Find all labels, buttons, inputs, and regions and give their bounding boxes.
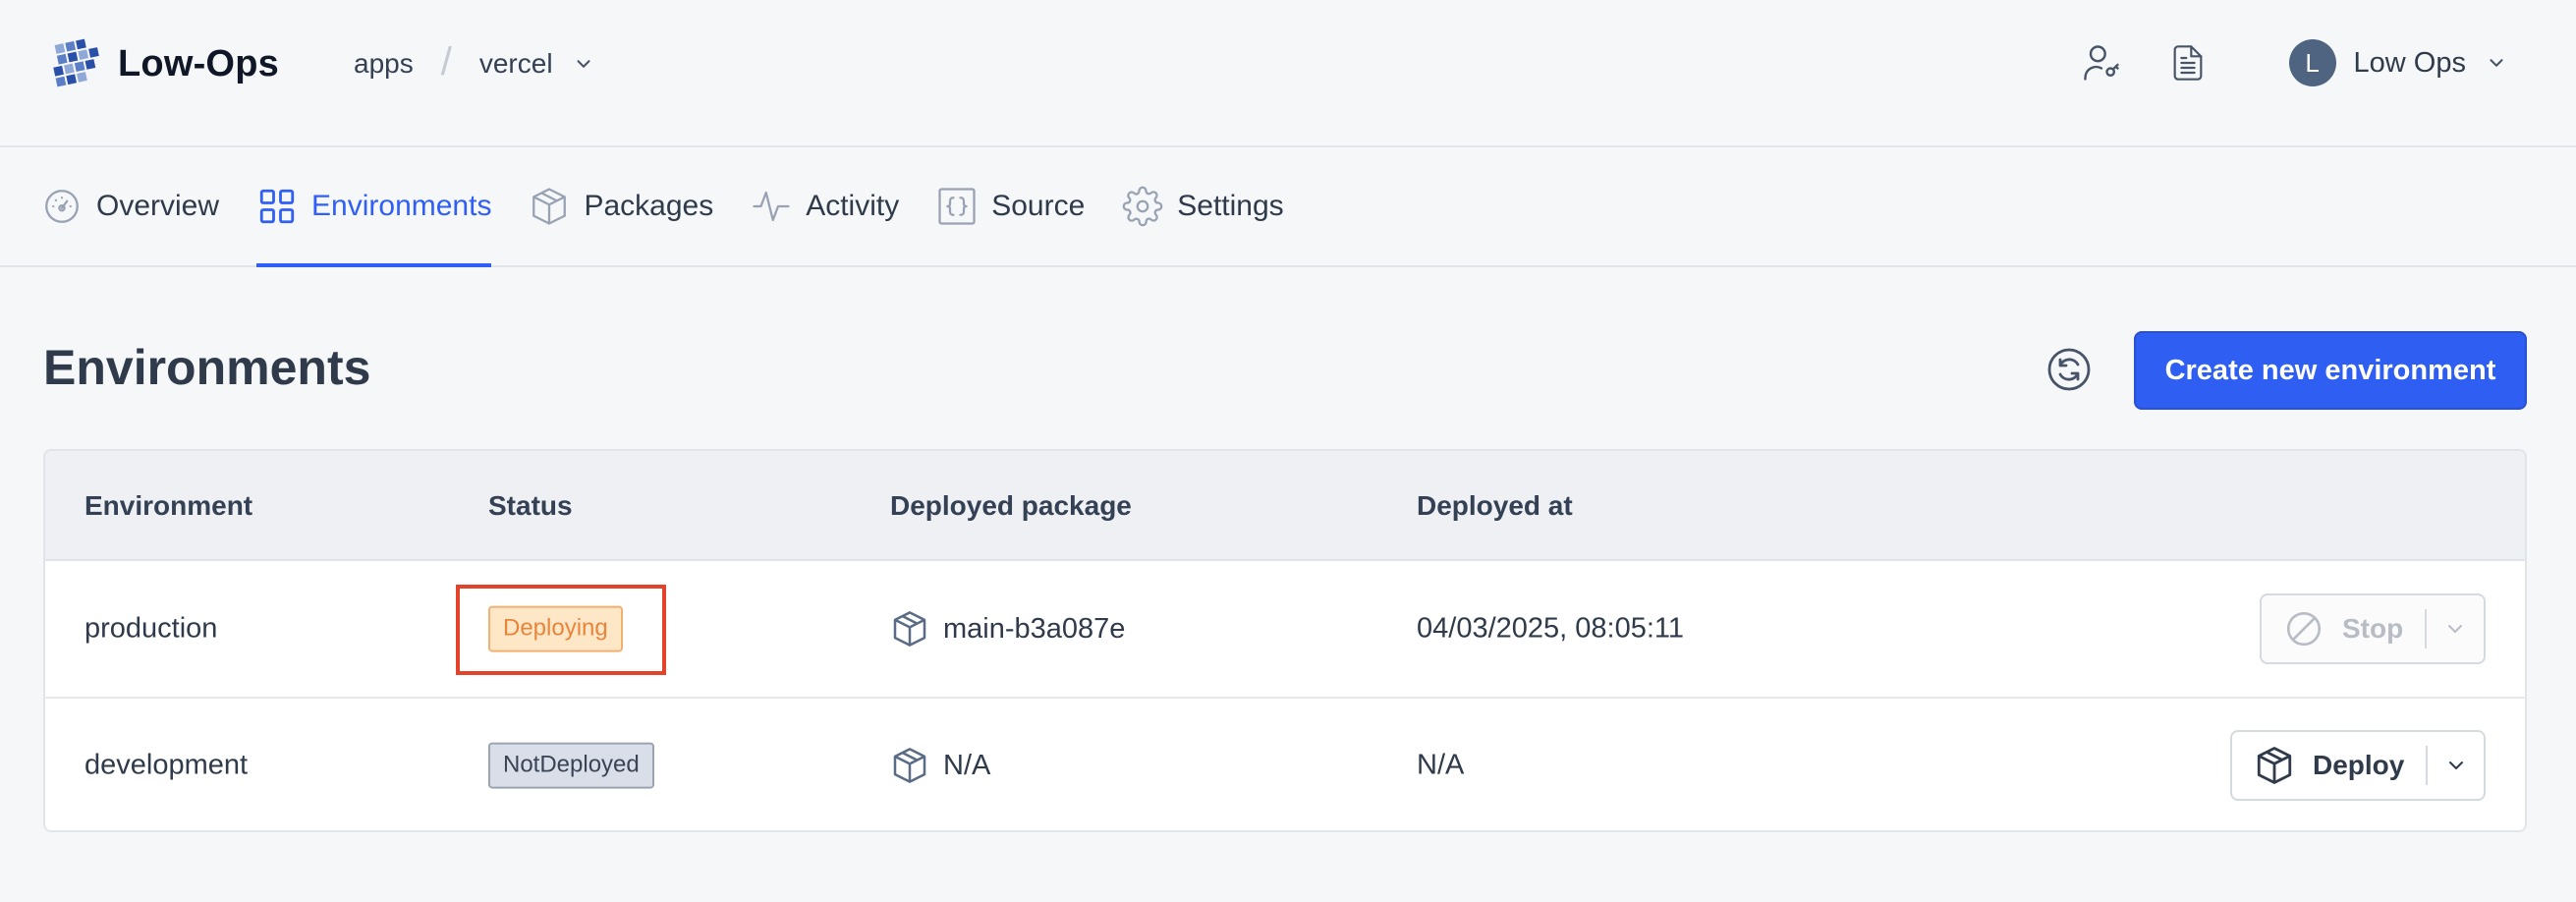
document-icon[interactable] [2165,40,2211,85]
status-cell: Deploying [488,605,623,652]
table-row: production Deploying main-b3a087e 04/03/… [45,561,2525,697]
deployed-at: N/A [1417,749,1465,781]
app-name: Low-Ops [118,42,279,85]
ban-icon [2286,611,2322,647]
status-cell: NotDeployed [488,742,654,789]
page-title: Environments [43,340,371,395]
app-logo[interactable]: Low-Ops [47,35,279,92]
tab-activity[interactable]: Activity [751,147,899,265]
deployed-at: 04/03/2025, 08:05:11 [1417,612,1684,645]
tab-bar: Overview Environments Packages Activity … [0,147,2576,267]
deploy-split-button: Deploy [2230,730,2486,801]
column-header-environment: Environment [84,490,253,521]
column-header-deployed-package: Deployed package [890,490,1132,521]
chevron-down-icon [2447,625,2462,633]
package-name: N/A [943,749,991,781]
package-icon [2257,747,2292,784]
status-badge: Deploying [488,605,623,652]
logo-icon [53,38,99,87]
package-name: main-b3a087e [943,612,1126,645]
gear-icon [1122,186,1163,227]
tab-label: Source [991,190,1086,222]
package-icon [532,188,567,225]
table-row: development NotDeployed N/A N/A Deploy [45,697,2525,830]
user-name: Low Ops [2353,46,2466,79]
header-actions: L Low Ops [2079,39,2507,86]
tab-label: Packages [584,190,714,222]
column-header-deployed-at: Deployed at [1417,490,1573,521]
deploy-options-dropdown[interactable] [2428,732,2484,799]
create-environment-button[interactable]: Create new environment [2134,331,2527,410]
deployed-package: N/A [890,746,990,785]
tab-label: Overview [96,190,220,222]
environment-name: production [84,612,218,645]
breadcrumb-app-selector[interactable]: vercel [479,48,553,80]
user-menu[interactable]: L Low Ops [2288,39,2507,86]
breadcrumb-separator: / [440,40,452,84]
tab-settings[interactable]: Settings [1122,147,1284,265]
environment-name: development [84,749,249,781]
breadcrumb: apps / vercel [354,40,594,84]
stop-button[interactable]: Stop [2262,595,2425,662]
deploy-label: Deploy [2313,750,2405,780]
chevron-down-icon[interactable] [573,53,594,75]
deploy-button[interactable]: Deploy [2232,732,2426,799]
stop-options-dropdown[interactable] [2427,595,2484,662]
status-badge: NotDeployed [488,742,654,789]
code-braces-icon [938,188,976,225]
table-header: Environment Status Deployed package Depl… [45,451,2525,561]
tab-environments[interactable]: Environments [256,147,492,267]
tab-packages[interactable]: Packages [529,147,713,265]
top-header: Low-Ops apps / vercel L Low Ops [0,0,2576,147]
avatar: L [2288,39,2336,86]
tab-label: Activity [806,190,900,222]
stop-label: Stop [2342,613,2404,644]
activity-icon [753,191,790,222]
stop-split-button: Stop [2260,593,2486,664]
deployed-package: main-b3a087e [890,609,1125,648]
tab-label: Environments [311,190,492,222]
tab-overview[interactable]: Overview [41,147,219,265]
package-icon [893,748,926,783]
chevron-down-icon [2490,59,2503,67]
package-icon [893,611,926,647]
gauge-icon [45,190,79,223]
tab-label: Settings [1177,190,1284,222]
grid-icon [259,189,295,224]
breadcrumb-apps[interactable]: apps [354,48,414,80]
column-header-status: Status [488,490,573,521]
chevron-down-icon [2448,761,2463,769]
tab-source[interactable]: Source [936,147,1085,265]
user-key-icon[interactable] [2079,40,2124,85]
refresh-icon[interactable] [2045,346,2093,393]
environments-table: Environment Status Deployed package Depl… [43,449,2527,832]
